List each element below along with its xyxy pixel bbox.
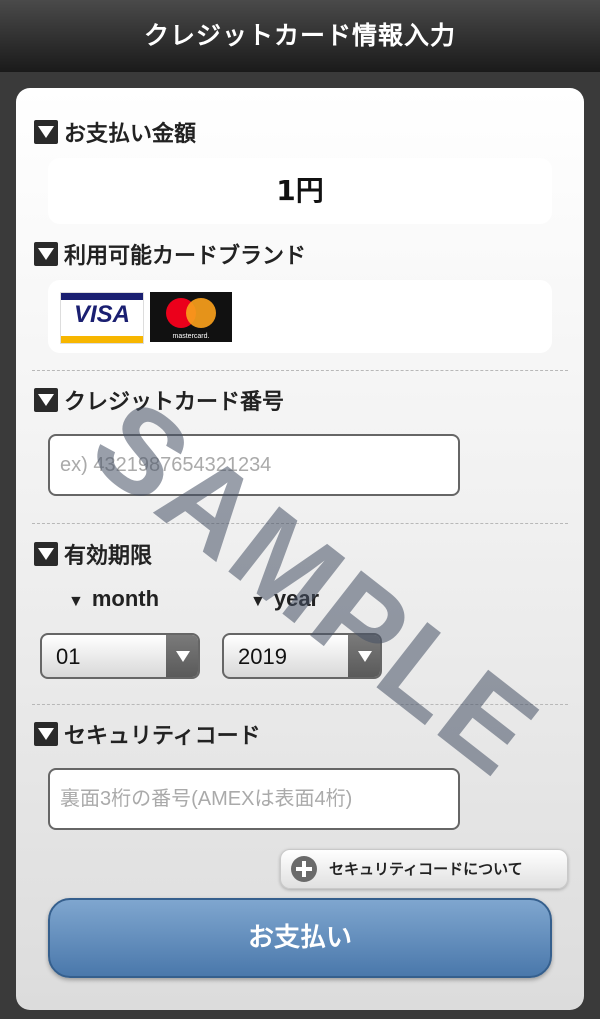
pay-button[interactable]: お支払い xyxy=(48,898,552,978)
plus-circle-icon xyxy=(291,856,317,882)
security-section-title: セキュリティコード xyxy=(34,718,261,750)
page-header: クレジットカード情報入力 xyxy=(0,0,600,72)
month-select-value: 01 xyxy=(56,644,81,669)
security-code-info-button[interactable]: セキュリティコードについて xyxy=(280,849,568,889)
amount-section-title: お支払い金額 xyxy=(34,116,196,148)
triangle-down-icon xyxy=(34,542,58,566)
card-brands-box: VISA mastercard. xyxy=(48,280,552,353)
amount-section-label: お支払い金額 xyxy=(64,122,197,147)
year-select-value: 2019 xyxy=(238,644,287,669)
year-label: ▼ year xyxy=(250,586,319,612)
divider xyxy=(32,523,568,524)
dropdown-arrow-icon[interactable] xyxy=(348,635,380,677)
card-number-section-title: クレジットカード番号 xyxy=(34,384,284,416)
amount-value: 1円 xyxy=(48,158,552,224)
divider xyxy=(32,370,568,371)
security-section-label: セキュリティコード xyxy=(64,724,261,749)
triangle-down-icon xyxy=(34,242,58,266)
card-number-section-label: クレジットカード番号 xyxy=(64,390,285,415)
brands-section-title: 利用可能カードブランド xyxy=(34,238,306,270)
dropdown-arrow-icon[interactable] xyxy=(166,635,198,677)
card-number-input[interactable] xyxy=(48,434,460,496)
month-label-text: month xyxy=(91,586,160,611)
down-triangle-icon: ▼ xyxy=(68,593,84,610)
security-code-info-label: セキュリティコードについて xyxy=(329,860,523,878)
month-select[interactable]: 01 xyxy=(40,633,200,679)
year-select[interactable]: 2019 xyxy=(222,633,382,679)
down-triangle-icon: ▼ xyxy=(250,593,266,610)
expiry-section-label: 有効期限 xyxy=(64,544,153,569)
triangle-down-icon xyxy=(34,120,58,144)
mastercard-logo: mastercard. xyxy=(150,292,232,342)
visa-logo: VISA xyxy=(60,292,144,344)
payment-form-panel: お支払い金額 1円 利用可能カードブランド VISA mastercard. ク… xyxy=(16,88,584,1010)
security-code-input[interactable] xyxy=(48,768,460,830)
expiry-section-title: 有効期限 xyxy=(34,538,152,570)
month-label: ▼ month xyxy=(68,586,159,612)
year-label-text: year xyxy=(273,586,320,611)
divider xyxy=(32,704,568,705)
triangle-down-icon xyxy=(34,722,58,746)
triangle-down-icon xyxy=(34,388,58,412)
page-title: クレジットカード情報入力 xyxy=(143,21,456,50)
brands-section-label: 利用可能カードブランド xyxy=(64,244,307,269)
